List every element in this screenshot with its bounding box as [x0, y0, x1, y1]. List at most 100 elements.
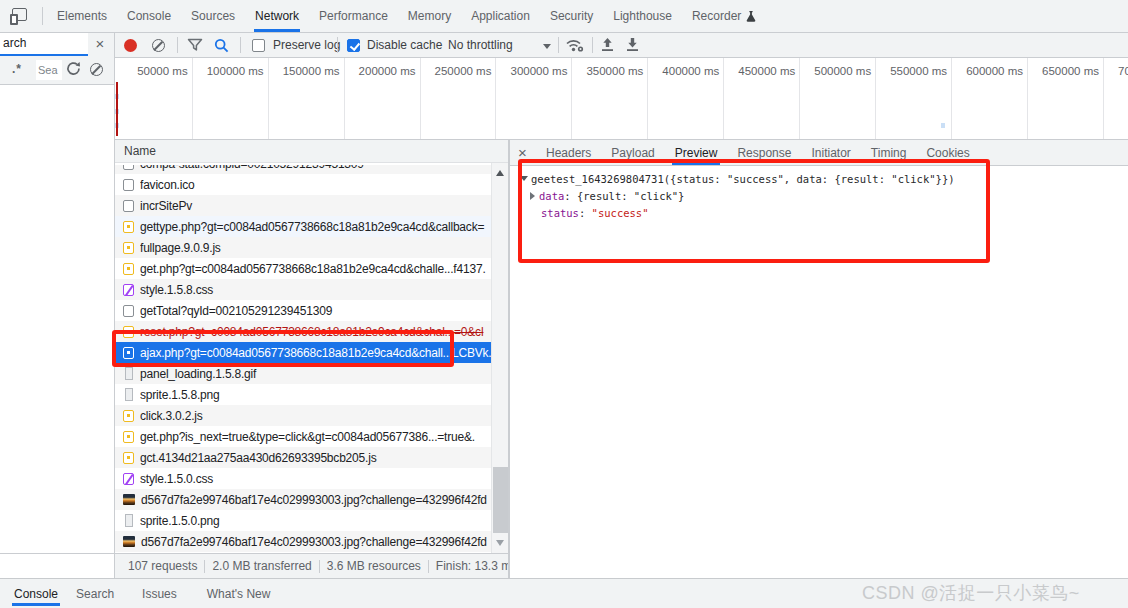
timeline-gridline	[1027, 58, 1028, 139]
network-toolbar: Preserve log Disable cache No throttling	[115, 33, 1128, 58]
tab-label: Memory	[408, 9, 451, 23]
timeline-gridline	[495, 58, 496, 139]
request-name: getTotal?qyId=002105291239451309	[140, 304, 491, 318]
stylesheet-icon	[123, 284, 134, 296]
request-row[interactable]: sprite.1.5.8.png	[115, 384, 491, 405]
request-row[interactable]: gettype.php?gt=c0084ad0567738668c18a81b2…	[115, 216, 491, 237]
regex-toggle-icon[interactable]: .*	[12, 62, 22, 76]
stylesheet-icon	[123, 473, 134, 485]
toggle-device-toolbar-icon[interactable]	[8, 4, 38, 28]
close-icon[interactable]: ×	[91, 35, 109, 53]
script-icon	[123, 431, 134, 443]
tab-network[interactable]: Network	[245, 0, 309, 32]
timeline-gridline	[951, 58, 952, 139]
request-name: compa-stati.compid=002105291239451309	[140, 165, 491, 171]
script-icon	[123, 263, 134, 275]
scrollbar-thumb[interactable]	[493, 467, 509, 533]
timeline-gridline	[875, 58, 876, 139]
timeline-label: 300000 ms	[505, 58, 567, 84]
refresh-icon[interactable]	[66, 61, 81, 80]
request-name: sprite.1.5.8.png	[140, 388, 491, 402]
export-har-icon[interactable]	[626, 38, 639, 56]
timeline-label: 150000 ms	[278, 58, 340, 84]
document-icon	[123, 179, 134, 191]
request-row[interactable]: sprite.1.5.0.png	[115, 510, 491, 531]
tab-recorder[interactable]: Recorder	[682, 0, 766, 32]
tab-application[interactable]: Application	[461, 0, 540, 32]
tab-memory[interactable]: Memory	[398, 0, 461, 32]
timeline-gridline	[420, 58, 421, 139]
tab-security[interactable]: Security	[540, 0, 603, 32]
script-icon	[123, 221, 134, 233]
request-row[interactable]: d567d7fa2e99746baf17e4c029993003.jpg?cha…	[115, 531, 491, 552]
import-har-icon[interactable]	[601, 38, 614, 56]
record-icon[interactable]	[124, 39, 137, 52]
throttling-select[interactable]: No throttling	[448, 33, 513, 58]
tab-elements[interactable]: Elements	[47, 0, 117, 32]
drawer-tab-issues[interactable]: Issues	[140, 579, 179, 608]
preserve-log-label[interactable]: Preserve log	[273, 33, 340, 58]
scrollbar-down-icon[interactable]	[496, 540, 504, 546]
timeline-gridline	[192, 58, 193, 139]
separator	[428, 560, 429, 573]
request-row[interactable]: fullpage.9.0.9.js	[115, 237, 491, 258]
search-input[interactable]: arch	[0, 33, 88, 56]
search-button[interactable]: Sea	[36, 60, 62, 80]
request-name: gettype.php?gt=c0084ad0567738668c18a81b2…	[140, 220, 491, 234]
request-row[interactable]: get.php?is_next=true&type=click&gt=c0084…	[115, 426, 491, 447]
timeline-gridline	[1103, 58, 1104, 139]
tab-performance[interactable]: Performance	[309, 0, 398, 32]
drawer-tab-search[interactable]: Search	[74, 579, 116, 608]
document-icon	[123, 200, 134, 212]
request-row[interactable]: d567d7fa2e99746baf17e4c029993003.jpg?cha…	[115, 489, 491, 510]
search-icon[interactable]	[214, 38, 229, 57]
drawer-tab-console[interactable]: Console	[12, 579, 60, 608]
request-name: style.1.5.0.css	[140, 472, 491, 486]
request-row[interactable]: compa-stati.compid=002105291239451309	[115, 165, 491, 174]
scrollbar-up-icon[interactable]	[496, 170, 504, 176]
thumbnail-icon	[123, 494, 135, 505]
request-name: click.3.0.2.js	[140, 409, 491, 423]
request-row[interactable]: gct.4134d21aa275aa430d62693395bcb205.js	[115, 447, 491, 468]
tab-label: Lighthouse	[613, 9, 672, 23]
search-drawer-header: arch ×	[0, 33, 114, 57]
tab-lighthouse[interactable]: Lighthouse	[603, 0, 682, 32]
timeline-label: 650000 ms	[1037, 58, 1099, 84]
summary-bar: 107 requests2.0 MB transferred3.6 MB res…	[115, 554, 508, 578]
separator	[204, 560, 205, 573]
timeline-label: 500000 ms	[809, 58, 871, 84]
image-icon	[125, 388, 133, 401]
request-row[interactable]: style.1.5.8.css	[115, 279, 491, 300]
request-row[interactable]: incrSitePv	[115, 195, 491, 216]
request-row[interactable]: click.3.0.2.js	[115, 405, 491, 426]
disable-cache-label[interactable]: Disable cache	[367, 33, 442, 58]
tab-label: Network	[255, 9, 299, 23]
request-row[interactable]: style.1.5.0.css	[115, 468, 491, 489]
separator	[319, 560, 320, 573]
drawer-tab-what-s-new[interactable]: What's New	[205, 579, 273, 608]
script-icon	[123, 452, 134, 464]
tab-console[interactable]: Console	[117, 0, 181, 32]
tab-label: Performance	[319, 9, 388, 23]
request-name: gct.4134d21aa275aa430d62693395bcb205.js	[140, 451, 491, 465]
preserve-log-checkbox[interactable]	[252, 39, 265, 52]
filter-icon[interactable]	[187, 38, 203, 56]
tab-label: Console	[127, 9, 171, 23]
network-conditions-icon[interactable]	[565, 38, 585, 57]
clear-icon[interactable]	[152, 38, 165, 56]
disable-cache-checkbox[interactable]	[347, 39, 360, 52]
name-column-header[interactable]: Name	[115, 140, 508, 163]
request-row[interactable]: getTotal?qyId=002105291239451309	[115, 300, 491, 321]
request-row[interactable]: get.php?gt=c0084ad0567738668c18a81b2e9ca…	[115, 258, 491, 279]
watermark: CSDN @活捉一只小菜鸟~	[862, 581, 1080, 605]
tab-sources[interactable]: Sources	[181, 0, 245, 32]
experiment-flask-icon	[746, 10, 756, 22]
summary-item: 3.6 MB resources	[327, 559, 421, 573]
scrollbar[interactable]	[491, 163, 508, 553]
request-row[interactable]: favicon.ico	[115, 174, 491, 195]
annotation-box-request	[112, 330, 454, 367]
chevron-down-icon[interactable]	[543, 44, 551, 49]
search-toolbar: .* Sea	[0, 57, 114, 85]
timeline-label: 550000 ms	[885, 58, 947, 84]
clear-search-icon[interactable]	[90, 62, 103, 80]
